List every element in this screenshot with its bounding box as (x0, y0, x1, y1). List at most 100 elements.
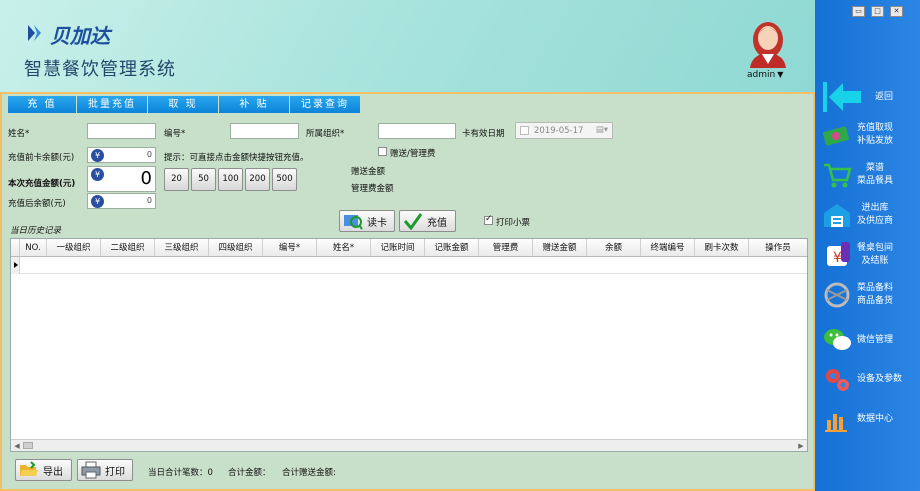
tab-subsidy[interactable]: 补 贴 (219, 96, 289, 113)
sidebar-item-label: 进出库 及供应商 (857, 203, 894, 226)
back-arrow-icon (823, 82, 861, 112)
chevron-down-icon: ▼ (777, 70, 784, 79)
dining-table-icon: ¥ (827, 242, 850, 266)
org-label: 所属组织* (306, 129, 345, 139)
user-menu[interactable]: admin ▼ (747, 70, 783, 80)
bar-chart-icon (825, 414, 847, 432)
expiry-checkbox[interactable] (520, 126, 529, 135)
quick-amount-200-button[interactable]: 200 (245, 168, 270, 191)
table-row[interactable] (11, 257, 807, 274)
expiry-date-picker[interactable]: 2019-05-17 ▤▾ (515, 122, 613, 139)
read-card-label: 读卡 (367, 217, 387, 229)
sidebar-item-label: 充值取现 补贴发放 (857, 123, 894, 146)
tab-record-query[interactable]: 记录查询 (290, 96, 360, 113)
quick-amount-100-button[interactable]: 100 (218, 168, 243, 191)
gears-icon (826, 369, 849, 391)
quick-amount-50-button[interactable]: 50 (191, 168, 216, 191)
after-balance-value: 0 (146, 196, 152, 205)
expiry-date-value: 2019-05-17 (534, 126, 584, 136)
sidebar-item-recharge[interactable]: 充值取现 补贴发放 (821, 120, 916, 150)
number-label: 编号* (164, 129, 186, 139)
tab-batch-recharge[interactable]: 批量充值 (77, 96, 147, 113)
column-header[interactable]: 赠送金额 (533, 239, 587, 256)
yen-icon: ¥ (91, 168, 104, 181)
history-table: NO. 一级组织 二级组织 三级组织 四级组织 编号* 姓名* 记账时间 记账金… (10, 238, 808, 452)
column-header[interactable]: 余额 (587, 239, 641, 256)
app-title: 智慧餐饮管理系统 (24, 59, 176, 80)
brand-logo-icon (28, 25, 41, 41)
column-header[interactable]: 终端编号 (641, 239, 695, 256)
quick-amount-500-button[interactable]: 500 (272, 168, 297, 191)
number-input[interactable] (230, 123, 299, 139)
printer-icon (81, 461, 101, 479)
sidebar-item-back[interactable]: 返回 (821, 80, 916, 114)
total-gift-label: 合计赠送金额: (282, 468, 336, 478)
scroll-thumb[interactable] (23, 442, 33, 449)
fee-amount-label: 管理费金额 (351, 184, 394, 194)
column-header[interactable]: 编号* (263, 239, 317, 256)
history-title: 当日历史记录 (10, 226, 62, 236)
function-tabs: 充 值 批量充值 取 现 补 贴 记录查询 (8, 96, 361, 113)
scroll-left-icon[interactable]: ◀ (12, 441, 22, 451)
export-label: 导出 (43, 466, 63, 478)
after-balance-label: 充值后余额(元) (8, 199, 66, 209)
column-header[interactable]: 三级组织 (155, 239, 209, 256)
warehouse-icon (824, 204, 850, 227)
column-header[interactable]: 记账时间 (371, 239, 425, 256)
sidebar-item-wechat[interactable]: 微信管理 (821, 325, 916, 355)
sidebar-item-menu[interactable]: 菜谱 菜品餐具 (821, 160, 916, 190)
print-receipt-label: 打印小票 (496, 218, 531, 228)
total-amount-label: 合计金额： (228, 468, 271, 478)
sidebar-item-table[interactable]: ¥ 餐桌包间 及结账 (821, 240, 916, 270)
tab-recharge[interactable]: 充 值 (8, 96, 76, 113)
org-input[interactable] (378, 123, 456, 139)
sidebar-item-prep[interactable]: 菜品备料 商品备货 (821, 280, 916, 310)
column-header[interactable]: 四级组织 (209, 239, 263, 256)
quick-amount-20-button[interactable]: 20 (164, 168, 189, 191)
column-header[interactable]: 二级组织 (101, 239, 155, 256)
amount-label: 本次充值金额(元) (8, 179, 76, 189)
calendar-icon[interactable]: ▤▾ (596, 125, 608, 135)
sidebar-item-inventory[interactable]: 进出库 及供应商 (821, 200, 916, 230)
sidebar-item-label: 餐桌包间 及结账 (857, 243, 894, 266)
column-header[interactable]: 管理费 (479, 239, 533, 256)
column-header[interactable]: 刷卡次数 (695, 239, 749, 256)
before-balance-label: 充值前卡余额(元) (8, 153, 75, 163)
total-count-value: 0 (207, 468, 213, 478)
close-icon[interactable]: ✕ (890, 6, 903, 17)
before-balance-value: 0 (146, 150, 152, 159)
read-card-button[interactable]: 读卡 (339, 210, 395, 232)
avatar[interactable] (744, 16, 792, 68)
column-header[interactable]: NO. (20, 239, 47, 256)
app-header: 贝加达 智慧餐饮管理系统 admin ▼ (0, 0, 815, 92)
sidebar-item-data[interactable]: 数据中心 (821, 404, 916, 434)
print-label: 打印 (105, 466, 125, 478)
amount-input[interactable]: ¥ 0 (87, 166, 156, 192)
recharge-button[interactable]: 充值 (399, 210, 456, 232)
row-selector-arrow-icon[interactable] (11, 257, 20, 274)
sidebar-item-settings[interactable]: 设备及参数 (821, 364, 916, 394)
tab-withdraw[interactable]: 取 现 (148, 96, 218, 113)
horizontal-scrollbar[interactable]: ◀ ▶ (11, 439, 807, 451)
maximize-icon[interactable]: □ (871, 6, 884, 17)
column-header[interactable]: 操作员 (749, 239, 807, 256)
name-input[interactable] (87, 123, 156, 139)
svg-text:¥: ¥ (833, 250, 842, 266)
export-button[interactable]: 导出 (15, 459, 72, 481)
print-button[interactable]: 打印 (77, 459, 133, 481)
column-header[interactable]: 一级组织 (47, 239, 101, 256)
print-receipt-checkbox[interactable] (484, 214, 493, 225)
cart-icon (824, 163, 852, 188)
sidebar-item-label: 数据中心 (857, 413, 894, 424)
after-balance-field: ¥ 0 (87, 193, 156, 209)
column-header[interactable]: 记账金额 (425, 239, 479, 256)
gift-fee-checkbox[interactable] (378, 147, 387, 156)
sidebar-item-label: 菜谱 菜品餐具 (857, 163, 894, 186)
gift-fee-label: 赠送/管理费 (390, 149, 436, 159)
yen-icon: ¥ (91, 149, 104, 162)
column-header[interactable]: 姓名* (317, 239, 371, 256)
sidebar-item-label: 返回 (875, 91, 894, 102)
recharge-label: 充值 (427, 217, 447, 229)
scroll-right-icon[interactable]: ▶ (796, 441, 806, 451)
minimize-icon[interactable]: ▭ (852, 6, 865, 17)
